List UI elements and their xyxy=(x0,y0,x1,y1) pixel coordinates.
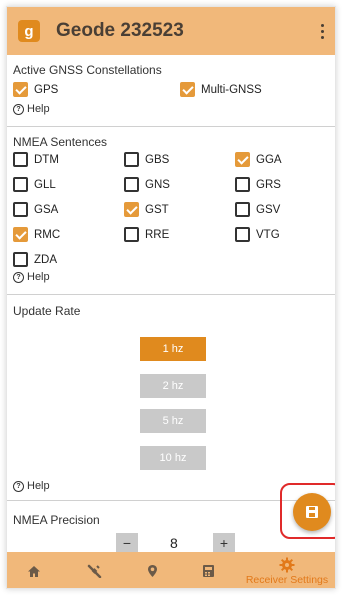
nav-item-location[interactable] xyxy=(137,552,167,588)
bottom-nav: Receiver Settings xyxy=(7,552,335,588)
checkbox-label: VTG xyxy=(256,228,280,241)
checkbox-box[interactable] xyxy=(180,82,195,97)
constellations-section: Active GNSS Constellations GPS Multi-GNS… xyxy=(7,55,335,127)
checkbox-box[interactable] xyxy=(13,152,28,167)
checkbox-label: GBS xyxy=(145,153,170,166)
calculator-icon xyxy=(202,565,214,577)
nav-item-receiver-settings[interactable]: Receiver Settings xyxy=(239,552,335,588)
checkbox-label: ZDA xyxy=(34,253,57,266)
checkbox-zda[interactable]: ZDA xyxy=(13,252,57,267)
page-title: Geode 232523 xyxy=(56,20,184,41)
checkbox-box[interactable] xyxy=(13,202,28,217)
checkbox-grs[interactable]: GRS xyxy=(235,177,281,192)
rate-button-1hz[interactable]: 1 hz xyxy=(140,337,206,361)
checkbox-gga[interactable]: GGA xyxy=(235,152,282,167)
checkbox-label: GPS xyxy=(34,83,59,96)
checkbox-box[interactable] xyxy=(13,252,28,267)
checkbox-gsa[interactable]: GSA xyxy=(13,202,58,217)
nav-item-satellite[interactable] xyxy=(79,552,109,588)
checkbox-label: DTM xyxy=(34,153,59,166)
rate-button-2hz[interactable]: 2 hz xyxy=(140,374,206,398)
app-bar: g Geode 232523 xyxy=(7,7,335,55)
checkbox-box[interactable] xyxy=(235,177,250,192)
checkbox-label: GSA xyxy=(34,203,59,216)
help-icon: ? xyxy=(13,271,24,283)
nmea-section: NMEA Sentences DTM GBS GGA GLL GNS GRS G… xyxy=(7,127,335,295)
overflow-menu-icon[interactable] xyxy=(315,20,329,42)
help-label: Help xyxy=(27,103,50,115)
checkbox-box[interactable] xyxy=(235,227,250,242)
app-logo-icon: g xyxy=(18,20,40,42)
app-frame: g Geode 232523 Active GNSS Constellation… xyxy=(6,6,336,589)
section-title-update-rate: Update Rate xyxy=(13,304,81,318)
checkbox-multi-gnss[interactable]: Multi-GNSS xyxy=(180,82,262,97)
increment-button[interactable]: + xyxy=(213,533,235,553)
gear-icon xyxy=(279,557,295,572)
checkbox-gbs[interactable]: GBS xyxy=(124,152,169,167)
rate-button-10hz[interactable]: 10 hz xyxy=(140,446,206,470)
checkbox-gps[interactable]: GPS xyxy=(13,82,58,97)
satellite-icon xyxy=(87,564,101,578)
checkbox-box[interactable] xyxy=(124,227,139,242)
checkbox-label: GRS xyxy=(256,178,281,191)
help-link-constellations[interactable]: ? Help xyxy=(13,103,50,115)
section-title-nmea: NMEA Sentences xyxy=(13,135,108,149)
checkbox-gst[interactable]: GST xyxy=(124,202,169,217)
help-label: Help xyxy=(27,480,50,492)
checkbox-label: GGA xyxy=(256,153,282,166)
save-fab-button[interactable] xyxy=(293,493,331,531)
help-icon: ? xyxy=(13,480,24,492)
checkbox-box[interactable] xyxy=(124,152,139,167)
checkbox-gll[interactable]: GLL xyxy=(13,177,56,192)
checkbox-gsv[interactable]: GSV xyxy=(235,202,280,217)
checkbox-rmc[interactable]: RMC xyxy=(13,227,60,242)
checkbox-label: RMC xyxy=(34,228,61,241)
nav-item-calculator[interactable] xyxy=(193,552,223,588)
checkbox-box[interactable] xyxy=(13,82,28,97)
precision-value: 8 xyxy=(170,535,178,551)
checkbox-dtm[interactable]: DTM xyxy=(13,152,59,167)
checkbox-rre[interactable]: RRE xyxy=(124,227,169,242)
floppy-disk-icon xyxy=(306,506,318,518)
checkbox-label: GST xyxy=(145,203,169,216)
rate-button-5hz[interactable]: 5 hz xyxy=(140,409,206,433)
nav-label-receiver-settings: Receiver Settings xyxy=(245,573,329,586)
decrement-button[interactable]: − xyxy=(116,533,138,553)
checkbox-box[interactable] xyxy=(235,152,250,167)
checkbox-label: Multi-GNSS xyxy=(201,83,262,96)
checkbox-label: GLL xyxy=(34,178,56,191)
help-link-nmea[interactable]: ? Help xyxy=(13,271,50,283)
help-link-update-rate[interactable]: ? Help xyxy=(13,480,50,492)
update-rate-section: Update Rate 1 hz 2 hz 5 hz 10 hz ? Help xyxy=(7,295,335,501)
checkbox-box[interactable] xyxy=(13,177,28,192)
checkbox-box[interactable] xyxy=(13,227,28,242)
section-title-precision: NMEA Precision xyxy=(13,513,100,527)
help-icon: ? xyxy=(13,103,24,115)
checkbox-label: GSV xyxy=(256,203,281,216)
checkbox-gns[interactable]: GNS xyxy=(124,177,170,192)
location-pin-icon xyxy=(147,565,157,577)
checkbox-label: RRE xyxy=(145,228,170,241)
checkbox-box[interactable] xyxy=(235,202,250,217)
checkbox-box[interactable] xyxy=(124,202,139,217)
checkbox-vtg[interactable]: VTG xyxy=(235,227,280,242)
nav-item-home[interactable] xyxy=(19,552,49,588)
help-label: Help xyxy=(27,271,50,283)
checkbox-box[interactable] xyxy=(124,177,139,192)
home-icon xyxy=(28,565,40,577)
section-title-constellations: Active GNSS Constellations xyxy=(13,63,162,77)
checkbox-label: GNS xyxy=(145,178,170,191)
